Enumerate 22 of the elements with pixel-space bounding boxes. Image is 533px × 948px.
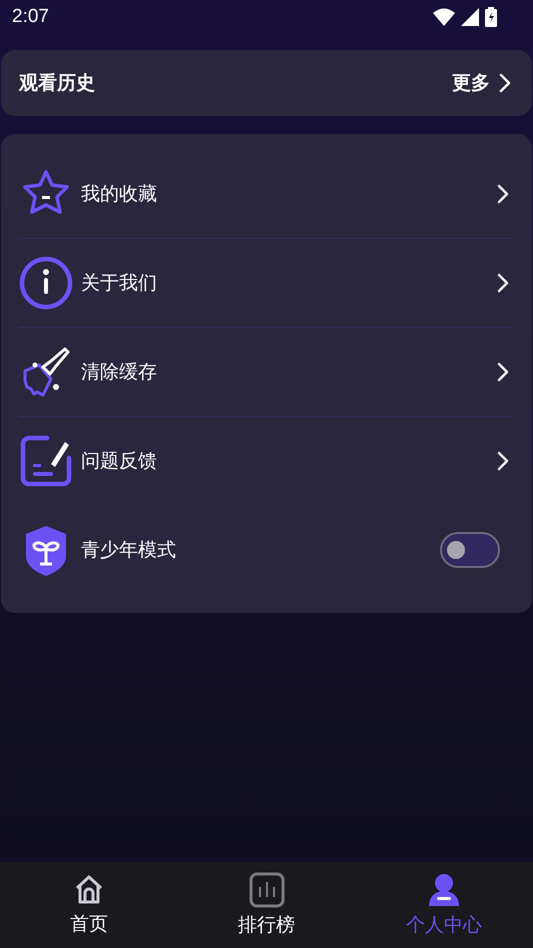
note-edit-icon <box>19 434 73 488</box>
nav-tab[interactable]: 排行榜 <box>178 862 356 948</box>
chevron-right-icon <box>496 361 510 383</box>
menu-item[interactable]: 清除缓存 <box>19 328 514 417</box>
more-link[interactable]: 更多 <box>452 70 512 96</box>
menu-item[interactable]: 我的收藏 <box>19 150 514 239</box>
menu-item[interactable]: 青少年模式 <box>19 506 514 595</box>
nav-tab[interactable]: 首页 <box>0 862 178 948</box>
chevron-right-icon <box>496 450 510 472</box>
history-title: 观看历史 <box>19 71 95 96</box>
toggle-switch[interactable] <box>440 532 500 568</box>
info-icon <box>19 256 73 310</box>
wifi-icon <box>433 8 455 26</box>
chevron-right-icon <box>496 272 510 294</box>
status-time: 2:07 <box>12 6 49 28</box>
menu-item[interactable]: 问题反馈 <box>19 417 514 506</box>
menu-item[interactable]: 关于我们 <box>19 239 514 328</box>
chevron-right-icon <box>496 183 510 205</box>
battery-icon <box>485 7 497 27</box>
signal-icon <box>461 8 479 26</box>
chevron-right-icon <box>498 72 512 94</box>
bar-chart-icon <box>248 872 284 908</box>
